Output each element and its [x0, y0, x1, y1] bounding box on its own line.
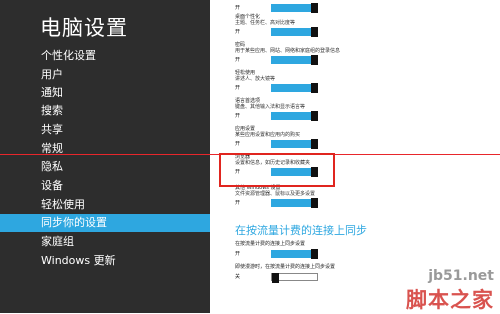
setting-item: 语言首选项 键盘、其他输入法和显示语言等开 — [235, 98, 355, 121]
toggle-state-label: 关 — [235, 274, 241, 280]
app-title: 电脑设置 — [40, 16, 128, 40]
setting-description: 键盘、其他输入法和显示语言等 — [235, 104, 306, 110]
nav-item-devices[interactable]: 设备 — [0, 177, 210, 195]
toggle-state-label: 开 — [235, 251, 241, 257]
nav-item-sync-settings[interactable]: 同步你的设置 — [0, 214, 210, 232]
toggle-thumb — [311, 249, 318, 259]
setting-item: 应用设置 某些应用设置和应用内的购买开 — [235, 126, 355, 149]
nav-item-share[interactable]: 共享 — [0, 121, 210, 139]
setting-item: 桌面个性化 主题、任务栏、高对比度等开 — [235, 14, 355, 37]
toggle-switch[interactable] — [271, 273, 318, 283]
toggle-state-label: 开 — [235, 113, 241, 119]
setting-item: 密码 用于某些应用、网站、网络和家庭组的登录信息开 — [235, 42, 355, 65]
toggle-thumb — [311, 139, 318, 149]
toggle-thumb — [311, 111, 318, 121]
toggle-switch[interactable] — [271, 27, 318, 37]
toggle-state-label: 开 — [235, 200, 241, 206]
toggle-switch[interactable] — [271, 3, 318, 13]
toggle-state-label: 开 — [235, 29, 241, 35]
toggle-switch[interactable] — [271, 198, 318, 208]
setting-description: 用于某些应用、网站、网络和家庭组的登录信息 — [235, 48, 341, 54]
toggle-state-label: 开 — [235, 5, 241, 11]
toggle-thumb — [311, 55, 318, 65]
toggle-thumb — [311, 83, 318, 93]
nav-item-windows-update[interactable]: Windows 更新 — [0, 252, 210, 270]
highlight-box — [219, 153, 335, 187]
toggle-thumb — [311, 3, 318, 13]
setting-item: 轻松使用 讲述人、放大镜等开 — [235, 70, 355, 93]
setting-title: 即使漫游时，在按流量计费的连接上同步设置 — [235, 264, 336, 270]
nav-item-users[interactable]: 用户 — [0, 66, 210, 84]
nav-item-search[interactable]: 搜索 — [0, 102, 210, 120]
setting-title: 在按流量计费的连接上同步设置 — [235, 241, 306, 247]
toggle-switch[interactable] — [271, 139, 318, 149]
toggle-thumb — [311, 27, 318, 37]
setting-item: 即使漫游时，在按流量计费的连接上同步设置关 — [235, 264, 355, 283]
toggle-switch[interactable] — [271, 55, 318, 65]
settings-sidebar: 电脑设置 个性化设置 用户 通知 搜索 共享 常规 隐私 设备 轻松使用 同步你的设置 家庭组 Win… — [0, 0, 210, 313]
nav-item-personalize[interactable]: 个性化设置 — [0, 47, 210, 65]
nav-item-general[interactable]: 常规 — [0, 140, 210, 158]
toggle-switch[interactable] — [271, 111, 318, 121]
toggle-thumb — [311, 198, 318, 208]
nav-item-notifications[interactable]: 通知 — [0, 84, 210, 102]
setting-description: 文件资源管理器、鼠标以及更多设置 — [235, 191, 316, 197]
nav-item-homegroup[interactable]: 家庭组 — [0, 233, 210, 251]
toggle-state-label: 开 — [235, 57, 241, 63]
watermark-brand: 脚本之家 — [406, 288, 494, 312]
nav-item-ease-of-access[interactable]: 轻松使用 — [0, 196, 210, 214]
toggle-switch[interactable] — [271, 249, 318, 259]
toggle-state-label: 开 — [235, 85, 241, 91]
toggle-state-label: 开 — [235, 141, 241, 147]
setting-item: 在按流量计费的连接上同步设置开 — [235, 241, 355, 259]
toggle-thumb — [272, 273, 279, 283]
metered-section-heading: 在按流量计费的连接上同步 — [235, 224, 367, 237]
setting-description: 某些应用设置和应用内的购买 — [235, 132, 301, 138]
watermark-site: jb51.net — [428, 268, 494, 284]
toggle-switch[interactable] — [271, 83, 318, 93]
nav-item-privacy[interactable]: 隐私 — [0, 158, 210, 176]
setting-description: 讲述人、放大镜等 — [235, 76, 276, 82]
setting-description: 主题、任务栏、高对比度等 — [235, 20, 296, 26]
